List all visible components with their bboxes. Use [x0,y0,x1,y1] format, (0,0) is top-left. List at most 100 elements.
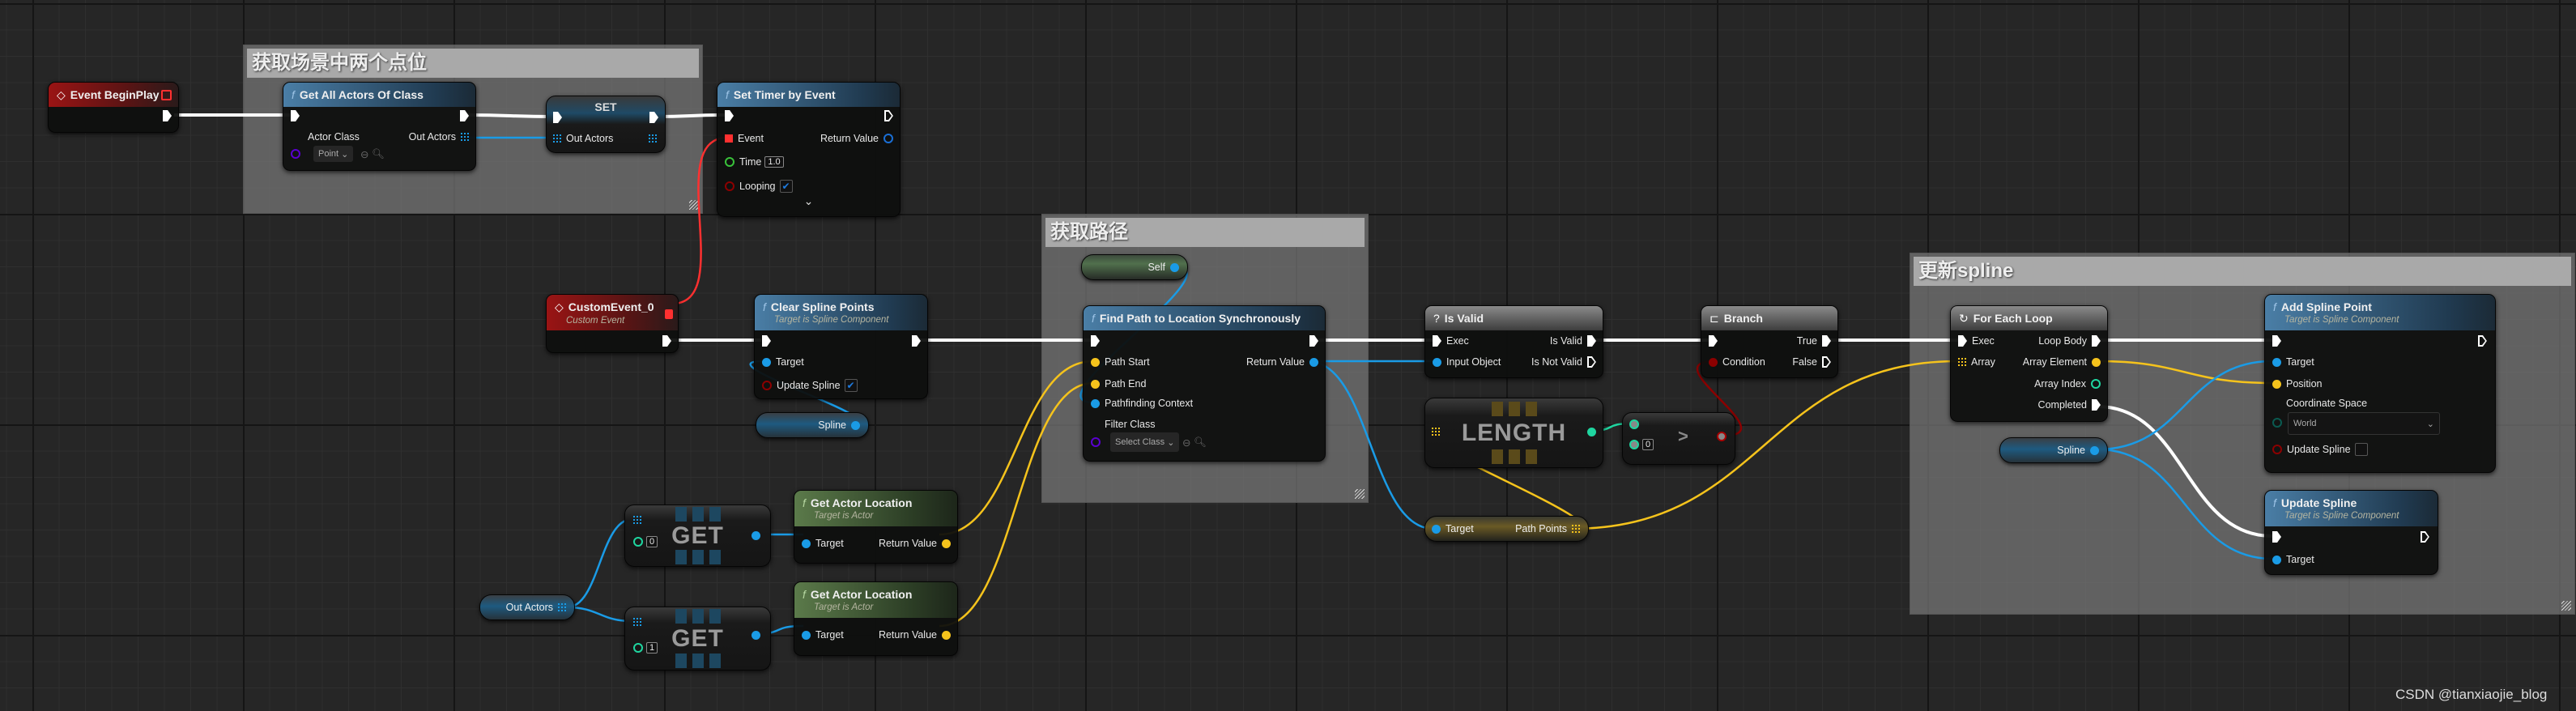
get-actor-location-node-1[interactable]: f Get Actor Location Target is Actor Targe… [794,490,958,564]
exec-in-pin[interactable] [2272,531,2281,543]
set-timer-by-event-node[interactable]: f Set Timer by Event Event Return Value T… [717,82,901,217]
update-spline-pin[interactable] [762,381,772,390]
is-valid-node[interactable]: ? Is Valid Exec Is Valid Input Object Is … [1424,305,1603,378]
browse-icon[interactable]: ⊖ [360,148,368,160]
array-in-pin[interactable] [1958,358,1966,366]
filter-class-dropdown[interactable]: Select Class ⌄ [1110,432,1180,452]
exec-out-pin[interactable] [2421,531,2429,543]
result-pin[interactable] [1717,432,1727,441]
target-pin[interactable] [802,630,811,640]
array-element-pin[interactable] [2092,357,2101,367]
is-not-valid-exec-pin[interactable] [1587,356,1596,368]
array-in-pin[interactable] [1432,428,1440,436]
array-get-node-1[interactable]: GET 1 [624,607,771,671]
resize-grip-icon[interactable] [2561,601,2571,611]
actor-class-dropdown[interactable]: Point ⌄ [313,146,354,162]
search-icon[interactable]: 🔍︎ [372,148,385,160]
self-reference-node[interactable]: Self [1081,254,1188,280]
clear-spline-points-node[interactable]: f Clear Spline Points Target is Spline Com… [754,294,928,399]
exec-out-pin[interactable] [662,335,671,347]
find-path-to-location-node[interactable]: f Find Path to Location Synchronously Pat… [1083,305,1326,462]
exec-in-pin[interactable] [1958,335,1967,347]
exec-out-pin[interactable] [912,335,921,347]
pathfinding-context-pin[interactable] [1091,398,1100,408]
index-input[interactable]: 1 [646,642,658,654]
true-exec-pin[interactable] [1822,335,1831,347]
spline-variable-getter[interactable]: Spline [756,412,869,438]
position-pin[interactable] [2272,379,2281,389]
return-value-pin[interactable] [1309,357,1318,367]
exec-in-pin[interactable] [2272,335,2281,347]
return-value-pin[interactable] [884,134,893,143]
search-icon[interactable]: 🔍︎ [1194,436,1207,449]
a-pin[interactable] [1629,419,1639,429]
resize-grip-icon[interactable] [1355,489,1365,499]
return-value-pin[interactable] [942,630,951,640]
coordinate-space-dropdown[interactable]: World ⌄ [2288,412,2440,435]
expand-chevron-icon[interactable]: ⌄ [717,194,900,208]
exec-in-pin[interactable] [553,112,562,123]
exec-in-pin[interactable] [725,110,734,121]
branch-node[interactable]: ⊏ Branch True Condition False [1701,305,1838,378]
out-actors-out-pin[interactable] [649,134,657,143]
set-variable-node[interactable]: SET Out Actors [546,96,666,153]
item-out-pin[interactable] [752,530,760,540]
filter-class-pin[interactable] [1091,437,1101,447]
looping-pin[interactable] [725,181,734,191]
index-pin[interactable] [633,643,643,653]
actor-class-pin[interactable] [291,149,300,159]
time-pin[interactable] [725,157,734,167]
out-actors-variable-getter[interactable]: Out Actors [479,594,575,620]
target-pin[interactable] [2272,357,2281,367]
array-index-pin[interactable] [2091,379,2101,389]
exec-out-pin[interactable] [1309,335,1318,347]
out-actors-pin[interactable] [558,603,566,611]
length-out-pin[interactable] [1587,427,1596,436]
false-exec-pin[interactable] [1822,356,1831,368]
loop-body-pin[interactable] [2092,335,2101,347]
exec-out-pin[interactable] [460,110,469,121]
input-object-pin[interactable] [1433,357,1441,367]
array-in-pin[interactable] [633,516,641,524]
event-beginplay-node[interactable]: ◇ Event BeginPlay [48,82,179,133]
delegate-pin[interactable] [665,309,673,319]
index-input[interactable]: 0 [646,536,658,547]
path-points-pin[interactable] [1572,525,1580,533]
wire-object[interactable] [566,517,633,609]
custom-event-node[interactable]: ◇ CustomEvent_0 Custom Event [546,294,679,353]
self-out-pin[interactable] [1170,262,1179,272]
target-pin[interactable] [1432,524,1441,534]
spline-out-pin[interactable] [2090,445,2099,455]
time-input[interactable]: 1.0 [764,156,784,168]
greater-than-node[interactable]: 0 > [1622,412,1735,465]
completed-pin[interactable] [2092,399,2101,411]
array-in-pin[interactable] [633,618,641,626]
spline-variable-getter[interactable]: Spline [1999,437,2108,463]
b-pin[interactable] [1629,440,1639,449]
item-out-pin[interactable] [752,630,760,640]
delegate-pin[interactable] [161,90,172,100]
spline-out-pin[interactable] [851,420,860,430]
is-valid-exec-pin[interactable] [1587,335,1596,347]
target-pin[interactable] [802,539,811,548]
out-actors-in-pin[interactable] [553,134,561,143]
array-length-node[interactable]: LENGTH [1424,398,1603,468]
for-each-loop-node[interactable]: ↻ For Each Loop Exec Loop Body Array Arra… [1950,305,2108,422]
add-spline-point-node[interactable]: f Add Spline Point Target is Spline Compon… [2264,294,2496,473]
index-pin[interactable] [633,537,643,547]
exec-out-pin[interactable] [884,110,893,121]
resize-grip-icon[interactable] [689,200,699,210]
exec-in-pin[interactable] [291,110,300,121]
out-actors-pin[interactable] [461,133,469,141]
exec-in-pin[interactable] [762,335,771,347]
path-points-getter-node[interactable]: Target Path Points [1424,516,1589,542]
target-pin[interactable] [2272,555,2281,564]
array-get-node-0[interactable]: GET 0 [624,505,771,567]
path-end-pin[interactable] [1091,379,1100,389]
target-pin[interactable] [762,357,771,367]
wire-object[interactable] [566,606,633,623]
return-value-pin[interactable] [942,539,951,548]
update-spline-node[interactable]: f Update Spline Target is Spline Component… [2264,490,2438,575]
event-delegate-pin[interactable] [725,134,733,143]
exec-in-pin[interactable] [1433,335,1441,347]
